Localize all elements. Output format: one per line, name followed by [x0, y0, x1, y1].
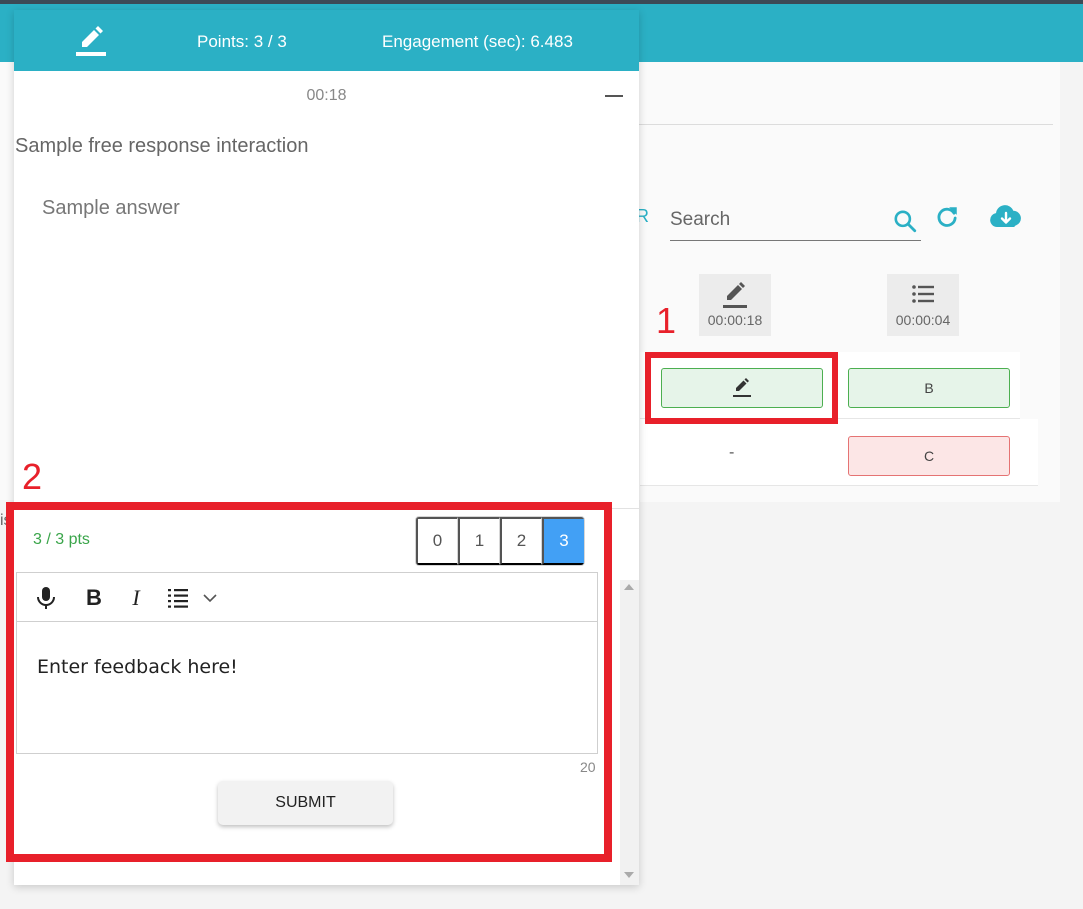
row-divider: [640, 485, 1038, 486]
annotation-box-2: [6, 502, 612, 862]
search-field[interactable]: [670, 200, 921, 241]
column-time: 00:00:18: [707, 312, 763, 328]
scroll-up-arrow-icon[interactable]: [624, 584, 634, 590]
engagement-label: Engagement (sec): 6.483: [382, 32, 573, 51]
answer-cell-c[interactable]: C: [848, 436, 1010, 476]
points-label: Points: 3 / 3: [197, 32, 287, 51]
student-answer: Sample answer: [42, 197, 180, 219]
search-input[interactable]: [670, 206, 880, 234]
pencil-underline-icon: [723, 282, 747, 308]
background-divider: [620, 124, 1053, 125]
question-text: Sample free response interaction: [15, 135, 309, 157]
annotation-number-1: 1: [656, 300, 677, 341]
column-header-multiple-choice[interactable]: 00:00:04: [887, 274, 959, 336]
minimize-icon[interactable]: [605, 95, 623, 97]
answer-cell-b[interactable]: B: [848, 368, 1010, 408]
timer: 00:18: [306, 87, 347, 104]
search-icon[interactable]: [892, 208, 918, 234]
column-header-free-response[interactable]: 00:00:18: [699, 274, 771, 336]
modal-header: Points: 3 / 3 Engagement (sec): 6.483: [14, 10, 639, 71]
refresh-icon[interactable]: [934, 204, 960, 230]
list-icon: [912, 285, 934, 303]
empty-cell-dash: -: [729, 444, 735, 461]
pencil-underline-icon: [76, 26, 106, 56]
scroll-down-arrow-icon[interactable]: [624, 872, 634, 878]
cloud-download-icon[interactable]: [988, 202, 1024, 232]
column-time: 00:00:04: [895, 312, 951, 328]
annotation-box-1: [645, 352, 838, 424]
scrollbar[interactable]: [620, 580, 639, 885]
annotation-number-2: 2: [22, 456, 43, 497]
